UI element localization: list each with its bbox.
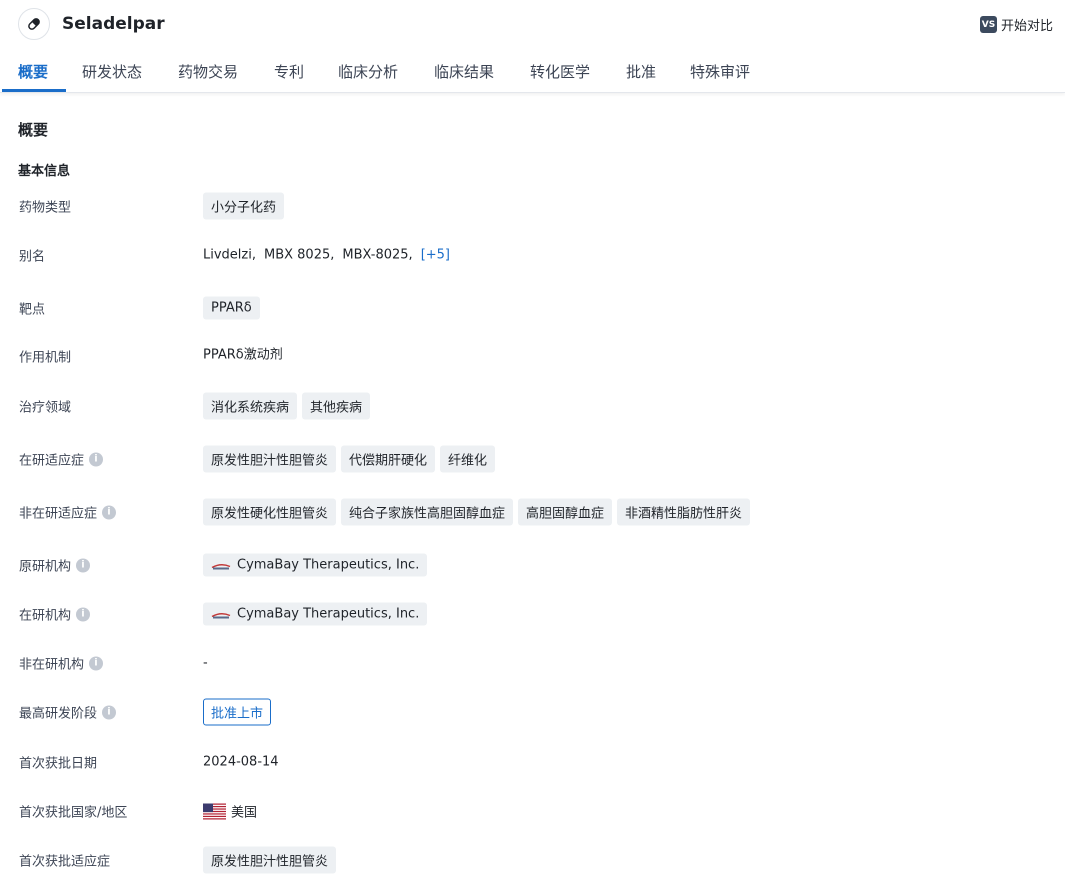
originator-org-tag[interactable]: CymaBay Therapeutics, Inc. (203, 553, 428, 577)
info-icon[interactable]: i (76, 607, 91, 621)
tab-special-review[interactable]: 特殊审评 (690, 52, 750, 92)
tab-clinical-results[interactable]: 临床结果 (434, 52, 494, 92)
target-tag[interactable]: PPARδ (203, 296, 260, 320)
indication-tag[interactable]: 原发性胆汁性胆管炎 (203, 445, 337, 473)
field-label: 别名 (19, 249, 46, 265)
active-tab-indicator (2, 89, 66, 92)
tab-clinical-analysis[interactable]: 临床分析 (338, 52, 398, 92)
field-label: 首次获批日期 (19, 756, 98, 772)
tab-drug-deals[interactable]: 药物交易 (178, 52, 238, 92)
info-icon[interactable]: i (76, 558, 91, 572)
row-first-approval-date: 首次获批日期 2024-08-14 (0, 748, 1065, 776)
alias-item: Livdelzi, (203, 247, 256, 263)
indication-tag[interactable]: 非酒精性脂肪性肝炎 (617, 498, 751, 526)
therapeutic-area-tag[interactable]: 消化系统疾病 (203, 392, 298, 420)
field-label: 最高研发阶段 i (19, 703, 117, 722)
mechanism-value: PPARδ激动剂 (203, 347, 283, 363)
tab-overview[interactable]: 概要 (18, 52, 48, 92)
field-label: 治疗领域 (19, 400, 72, 416)
row-originator: 原研机构 i CymaBay Therapeutics, Inc. (0, 551, 1065, 579)
row-aliases: 别名 Livdelzi, MBX 8025, MBX-8025, [+5] (0, 241, 1065, 269)
vs-icon: VS (979, 16, 997, 33)
indication-tag[interactable]: 纯合子家族性高胆固醇血症 (341, 498, 514, 526)
indication-tag[interactable]: 代偿期肝硬化 (341, 445, 436, 473)
row-drug-type: 药物类型 小分子化药 (0, 192, 1065, 220)
info-icon[interactable]: i (102, 505, 117, 519)
more-aliases-link[interactable]: [+5] (421, 248, 450, 263)
field-label: 原研机构 i (19, 556, 91, 575)
row-first-approval-indication: 首次获批适应症 原发性胆汁性胆管炎 (0, 846, 1065, 874)
indication-tag[interactable]: 原发性硬化性胆管炎 (203, 498, 337, 526)
indication-tag[interactable]: 纤维化 (440, 445, 496, 473)
phase-badge[interactable]: 批准上市 (203, 698, 272, 726)
approval-country-value: 美国 (231, 805, 258, 821)
field-label: 靶点 (19, 302, 46, 318)
info-icon[interactable]: i (89, 656, 104, 670)
approval-indication-tag[interactable]: 原发性胆汁性胆管炎 (203, 846, 337, 874)
row-inactive-org: 非在研机构 i - (0, 649, 1065, 677)
alias-item: MBX 8025, (263, 247, 335, 263)
field-label: 药物类型 (19, 200, 72, 216)
field-label: 首次获批适应症 (19, 854, 111, 870)
company-logo-icon (211, 609, 231, 619)
compare-button[interactable]: VS 开始对比 (979, 15, 1053, 34)
compare-label: 开始对比 (1000, 19, 1053, 34)
alias-item: MBX-8025, (342, 247, 413, 263)
field-label: 在研适应症 i (19, 450, 104, 469)
tab-rd-status[interactable]: 研发状态 (82, 52, 142, 92)
tab-bar: 概要 研发状态 药物交易 专利 临床分析 临床结果 转化医学 批准 特殊审评 (0, 52, 1065, 93)
drug-type-tag[interactable]: 小分子化药 (203, 192, 285, 220)
field-label: 非在研适应症 i (19, 503, 117, 522)
indication-tag[interactable]: 高胆固醇血症 (518, 498, 613, 526)
row-active-indications: 在研适应症 i 原发性胆汁性胆管炎 代偿期肝硬化 纤维化 (0, 445, 1065, 473)
tab-patents[interactable]: 专利 (274, 52, 304, 92)
row-active-org: 在研机构 i CymaBay Therapeutics, Inc. (0, 600, 1065, 628)
company-logo-icon (211, 560, 231, 570)
active-org-tag[interactable]: CymaBay Therapeutics, Inc. (203, 602, 428, 626)
us-flag-icon (203, 803, 226, 819)
section-title: 概要 (18, 121, 49, 139)
row-inactive-indications: 非在研适应症 i 原发性硬化性胆管炎 纯合子家族性高胆固醇血症 高胆固醇血症 非… (0, 498, 1065, 526)
subsection-title: 基本信息 (18, 164, 71, 179)
row-highest-phase: 最高研发阶段 i 批准上市 (0, 698, 1065, 726)
approval-date-value: 2024-08-14 (203, 754, 279, 770)
field-label: 作用机制 (19, 350, 72, 366)
pill-icon (18, 8, 50, 40)
inactive-org-value: - (203, 655, 208, 671)
row-mechanism: 作用机制 PPARδ激动剂 (0, 342, 1065, 370)
row-first-approval-country: 首次获批国家/地区 美国 (0, 797, 1065, 825)
row-therapeutic-area: 治疗领域 消化系统疾病 其他疾病 (0, 392, 1065, 420)
row-target: 靶点 PPARδ (0, 294, 1065, 322)
info-icon[interactable]: i (102, 705, 117, 719)
field-label: 首次获批国家/地区 (19, 805, 128, 821)
tab-translational-medicine[interactable]: 转化医学 (530, 52, 590, 92)
drug-name: Seladelpar (62, 14, 165, 34)
therapeutic-area-tag[interactable]: 其他疾病 (302, 392, 371, 420)
drug-header: Seladelpar VS 开始对比 (0, 0, 1065, 50)
field-label: 在研机构 i (19, 605, 91, 624)
tab-approvals[interactable]: 批准 (626, 52, 656, 92)
field-label: 非在研机构 i (19, 654, 104, 673)
info-icon[interactable]: i (89, 452, 104, 466)
